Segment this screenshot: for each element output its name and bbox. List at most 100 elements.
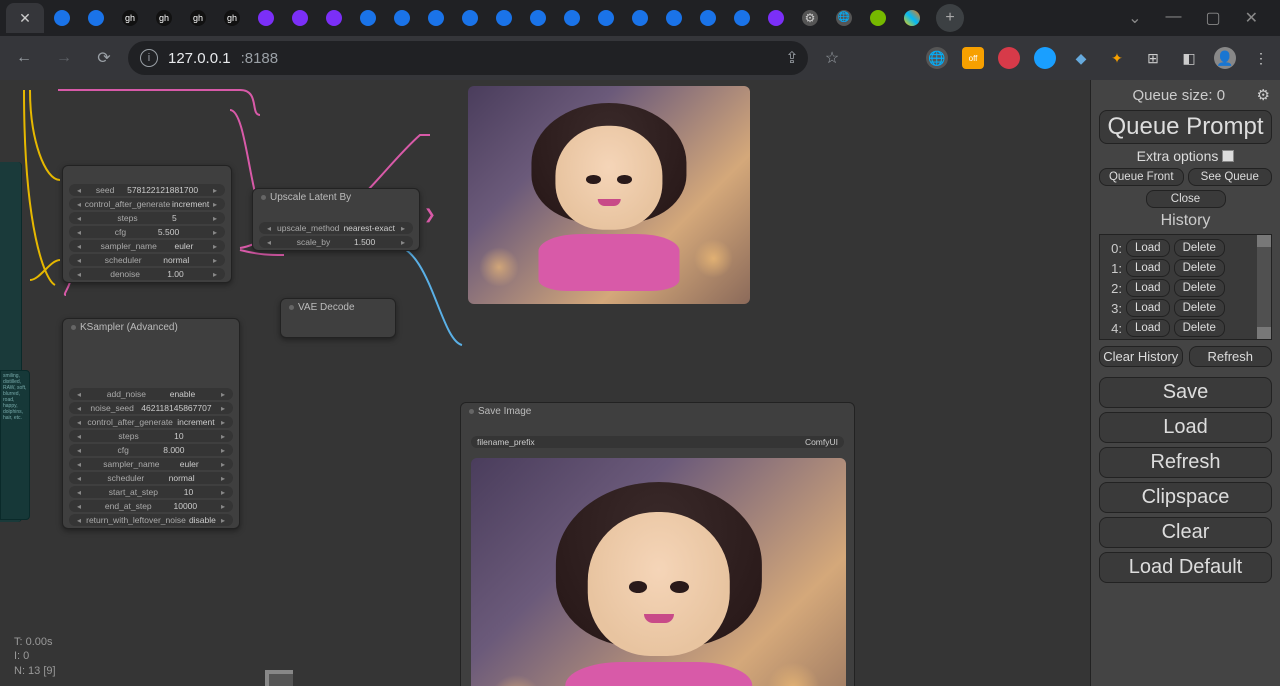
forward-button[interactable]: → — [48, 42, 80, 74]
tab-17[interactable] — [590, 3, 622, 33]
back-button[interactable]: ← — [8, 42, 40, 74]
chevron-left-icon[interactable]: ◂ — [75, 446, 83, 455]
tab-24[interactable]: 🌐 — [828, 3, 860, 33]
node-ksampler[interactable]: ◂seed578122121881700▸ ◂control_after_gene… — [62, 165, 232, 283]
history-delete-button[interactable]: Delete — [1174, 239, 1225, 257]
clear-button[interactable]: Clear — [1099, 517, 1272, 548]
node-param-row[interactable]: ◂upscale_methodnearest-exact▸ — [259, 222, 413, 234]
chevron-left-icon[interactable]: ◂ — [75, 200, 83, 209]
node-param-row[interactable]: ◂control_after_generateincrement▸ — [69, 198, 225, 210]
param-value[interactable]: 5 — [172, 213, 177, 223]
node-param-row[interactable]: ◂start_at_step10▸ — [69, 486, 233, 498]
queue-front-button[interactable]: Queue Front — [1099, 168, 1184, 186]
tab-20[interactable] — [692, 3, 724, 33]
tab-7[interactable] — [250, 3, 282, 33]
node-param-row[interactable]: ◂schedulernormal▸ — [69, 472, 233, 484]
chevron-right-icon[interactable]: ▸ — [219, 404, 227, 413]
ext-icon-6[interactable]: ✦ — [1106, 47, 1128, 69]
tab-1[interactable] — [46, 3, 78, 33]
node-param-row[interactable]: ◂add_noiseenable▸ — [69, 388, 233, 400]
ext-icon-3[interactable] — [998, 47, 1020, 69]
profile-icon[interactable]: 👤 — [1214, 47, 1236, 69]
tab-23[interactable]: ⚙ — [794, 3, 826, 33]
tab-9[interactable] — [318, 3, 350, 33]
chevron-right-icon[interactable]: ▸ — [219, 474, 227, 483]
chevron-left-icon[interactable]: ◂ — [75, 460, 83, 469]
tab-4[interactable]: gh — [148, 3, 180, 33]
chevron-left-icon[interactable]: ◂ — [75, 418, 83, 427]
scrollbar-down-icon[interactable] — [1257, 327, 1271, 339]
settings-gear-icon[interactable]: ⚙ — [1257, 86, 1270, 104]
chevron-right-icon[interactable]: ▸ — [399, 224, 407, 233]
chevron-left-icon[interactable]: ◂ — [75, 488, 83, 497]
preview-image-top[interactable] — [468, 86, 750, 304]
chevron-left-icon[interactable]: ◂ — [75, 214, 83, 223]
param-value[interactable]: 10000 — [174, 501, 198, 511]
chevron-left-icon[interactable]: ◂ — [265, 238, 273, 247]
param-value[interactable]: 462118145867707 — [141, 403, 211, 413]
ext-icon-2[interactable]: off — [962, 47, 984, 69]
param-value[interactable]: euler — [174, 241, 193, 251]
node-param-row[interactable]: ◂cfg5.500▸ — [69, 226, 225, 238]
node-param-row[interactable]: ◂sampler_nameeuler▸ — [69, 458, 233, 470]
clear-history-button[interactable]: Clear History — [1099, 346, 1183, 367]
chevron-right-icon[interactable]: ▸ — [219, 460, 227, 469]
window-close-icon[interactable]: ✕ — [1245, 8, 1258, 28]
node-param-row[interactable]: ◂cfg8.000▸ — [69, 444, 233, 456]
chevron-right-icon[interactable]: ▸ — [211, 200, 219, 209]
node-param-row[interactable]: ◂sampler_nameeuler▸ — [69, 240, 225, 252]
chevron-right-icon[interactable]: ▸ — [219, 488, 227, 497]
history-delete-button[interactable]: Delete — [1174, 299, 1225, 317]
history-load-button[interactable]: Load — [1126, 259, 1170, 277]
node-graph-canvas[interactable]: smiling, distilled, RAW, soft, blurred, … — [0, 80, 1090, 686]
param-value[interactable]: disable — [189, 515, 216, 525]
chevron-left-icon[interactable]: ◂ — [75, 474, 83, 483]
chevron-right-icon[interactable]: ▸ — [211, 242, 219, 251]
node-param-row[interactable]: ◂end_at_step10000▸ — [69, 500, 233, 512]
node-param-row[interactable]: ◂seed578122121881700▸ — [69, 184, 225, 196]
node-ksampler-advanced[interactable]: KSampler (Advanced) ◂add_noiseenable▸◂no… — [62, 318, 240, 529]
tab-11[interactable] — [386, 3, 418, 33]
tab-active[interactable]: ✕ — [6, 3, 44, 33]
param-value[interactable]: normal — [163, 255, 189, 265]
node-param-row[interactable]: ◂schedulernormal▸ — [69, 254, 225, 266]
param-value[interactable]: 10 — [174, 431, 183, 441]
node-param-row[interactable]: ◂noise_seed462118145867707▸ — [69, 402, 233, 414]
history-delete-button[interactable]: Delete — [1174, 279, 1225, 297]
chevron-left-icon[interactable]: ◂ — [75, 390, 83, 399]
chevron-right-icon[interactable]: ▸ — [211, 270, 219, 279]
param-value[interactable]: 5.500 — [158, 227, 179, 237]
canvas-corner-widget[interactable] — [265, 670, 293, 686]
clipspace-button[interactable]: Clipspace — [1099, 482, 1272, 513]
chevron-right-icon[interactable]: ▸ — [211, 228, 219, 237]
param-value[interactable]: 1.00 — [167, 269, 184, 279]
tab-10[interactable] — [352, 3, 384, 33]
node-param-row[interactable]: ◂control_after_generateincrement▸ — [69, 416, 233, 428]
tab-12[interactable] — [420, 3, 452, 33]
history-delete-button[interactable]: Delete — [1174, 319, 1225, 337]
ext-icon-1[interactable]: 🌐 — [926, 47, 948, 69]
tab-2[interactable] — [80, 3, 112, 33]
bookmark-button[interactable]: ☆ — [816, 42, 848, 74]
chevron-left-icon[interactable]: ◂ — [75, 270, 83, 279]
window-caret-icon[interactable]: ⌄ — [1128, 8, 1141, 28]
chevron-left-icon[interactable]: ◂ — [75, 242, 83, 251]
tab-22[interactable] — [760, 3, 792, 33]
tab-14[interactable] — [488, 3, 520, 33]
tab-25[interactable] — [862, 3, 894, 33]
scrollbar-up-icon[interactable] — [1257, 235, 1271, 247]
chevron-right-icon[interactable]: ▸ — [211, 256, 219, 265]
node-param-row[interactable]: ◂steps5▸ — [69, 212, 225, 224]
reload-button[interactable]: ⟳ — [88, 42, 120, 74]
ext-icon-4[interactable] — [1034, 47, 1056, 69]
chevron-left-icon[interactable]: ◂ — [75, 228, 83, 237]
extra-options-checkbox[interactable] — [1222, 150, 1234, 162]
tab-26[interactable] — [896, 3, 928, 33]
history-load-button[interactable]: Load — [1126, 319, 1170, 337]
param-value[interactable]: 10 — [184, 487, 193, 497]
param-value[interactable]: nearest-exact — [343, 223, 395, 233]
node-vae-decode[interactable]: VAE Decode — [280, 298, 396, 338]
new-tab-button[interactable]: + — [936, 4, 964, 32]
tab-3[interactable]: gh — [114, 3, 146, 33]
chevron-left-icon[interactable]: ◂ — [75, 432, 83, 441]
